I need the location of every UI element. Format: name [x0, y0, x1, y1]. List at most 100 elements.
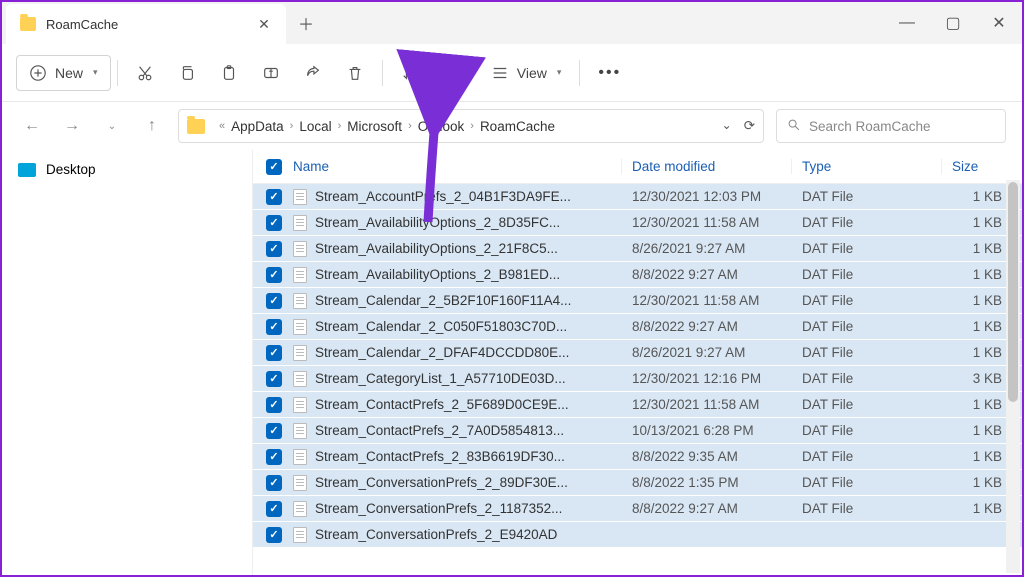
table-row[interactable]: Stream_AvailabilityOptions_2_8D35FC... 1…	[253, 210, 1022, 236]
breadcrumb[interactable]: « AppData › Local › Microsoft › Outlook …	[178, 109, 764, 143]
new-button[interactable]: New ▾	[16, 55, 111, 91]
column-header-type[interactable]: Type	[792, 159, 942, 174]
table-row[interactable]: Stream_AccountPrefs_2_04B1F3DA9FE... 12/…	[253, 184, 1022, 210]
table-row[interactable]: Stream_Calendar_2_C050F51803C70D... 8/8/…	[253, 314, 1022, 340]
file-icon	[293, 475, 307, 491]
column-header-size[interactable]: Size	[942, 159, 1022, 174]
table-row[interactable]: Stream_ContactPrefs_2_83B6619DF30... 8/8…	[253, 444, 1022, 470]
table-row[interactable]: Stream_ContactPrefs_2_7A0D5854813... 10/…	[253, 418, 1022, 444]
breadcrumb-item[interactable]: Outlook	[418, 119, 465, 134]
file-date: 12/30/2021 12:03 PM	[622, 189, 792, 204]
file-name: Stream_ConversationPrefs_2_E9420AD	[315, 527, 557, 542]
view-button[interactable]: View ▾	[479, 55, 574, 91]
row-checkbox[interactable]	[266, 397, 282, 413]
file-name: Stream_AvailabilityOptions_2_8D35FC...	[315, 215, 560, 230]
table-row[interactable]: Stream_AvailabilityOptions_2_21F8C5... 8…	[253, 236, 1022, 262]
view-label: View	[517, 65, 547, 81]
copy-button[interactable]	[166, 55, 208, 91]
file-name: Stream_AvailabilityOptions_2_B981ED...	[315, 267, 560, 282]
paste-icon	[220, 64, 238, 82]
file-icon	[293, 189, 307, 205]
file-name: Stream_Calendar_2_5B2F10F160F11A4...	[315, 293, 571, 308]
table-row[interactable]: Stream_ContactPrefs_2_5F689D0CE9E... 12/…	[253, 392, 1022, 418]
sort-button[interactable]: Sort ▾	[389, 55, 479, 91]
up-button[interactable]: ↑	[138, 112, 166, 140]
minimize-button[interactable]: —	[884, 2, 930, 44]
rename-button[interactable]	[250, 55, 292, 91]
row-checkbox[interactable]	[266, 293, 282, 309]
file-type: DAT File	[792, 475, 942, 490]
close-tab-button[interactable]: ✕	[252, 12, 276, 36]
cut-button[interactable]	[124, 55, 166, 91]
table-row[interactable]: Stream_AvailabilityOptions_2_B981ED... 8…	[253, 262, 1022, 288]
breadcrumb-item[interactable]: Microsoft	[347, 119, 402, 134]
table-row[interactable]: Stream_Calendar_2_DFAF4DCCDD80E... 8/26/…	[253, 340, 1022, 366]
table-row[interactable]: Stream_Calendar_2_5B2F10F160F11A4... 12/…	[253, 288, 1022, 314]
file-date: 12/30/2021 12:16 PM	[622, 371, 792, 386]
file-icon	[293, 215, 307, 231]
table-row[interactable]: Stream_CategoryList_1_A57710DE03D... 12/…	[253, 366, 1022, 392]
breadcrumb-item[interactable]: RoamCache	[480, 119, 555, 134]
file-date: 8/8/2022 1:35 PM	[622, 475, 792, 490]
chevron-down-icon: ▾	[462, 67, 467, 78]
row-checkbox[interactable]	[266, 449, 282, 465]
file-type: DAT File	[792, 215, 942, 230]
search-icon	[787, 118, 801, 135]
file-name: Stream_AvailabilityOptions_2_21F8C5...	[315, 241, 558, 256]
column-header-date[interactable]: Date modified	[622, 159, 792, 174]
row-checkbox[interactable]	[266, 371, 282, 387]
back-button[interactable]: ←	[18, 112, 46, 140]
row-checkbox[interactable]	[266, 215, 282, 231]
forward-button[interactable]: →	[58, 112, 86, 140]
window-tab[interactable]: RoamCache ✕	[6, 4, 286, 44]
row-checkbox[interactable]	[266, 423, 282, 439]
delete-button[interactable]	[334, 55, 376, 91]
row-checkbox[interactable]	[266, 527, 282, 543]
new-button-label: New	[55, 65, 83, 81]
new-tab-button[interactable]: ＋	[286, 2, 326, 44]
row-checkbox[interactable]	[266, 475, 282, 491]
row-checkbox[interactable]	[266, 501, 282, 517]
column-header-name[interactable]: Name	[289, 159, 622, 174]
file-icon	[293, 371, 307, 387]
table-row[interactable]: Stream_ConversationPrefs_2_E9420AD	[253, 522, 1022, 548]
nav-bar: ← → ⌄ ↑ « AppData › Local › Microsoft › …	[2, 102, 1022, 150]
maximize-button[interactable]: ▢	[930, 2, 976, 44]
sidebar-item-desktop[interactable]: Desktop	[2, 156, 252, 183]
plus-circle-icon	[29, 64, 47, 82]
row-checkbox[interactable]	[266, 241, 282, 257]
file-date: 8/8/2022 9:27 AM	[622, 501, 792, 516]
file-type: DAT File	[792, 501, 942, 516]
file-date: 8/8/2022 9:27 AM	[622, 319, 792, 334]
breadcrumb-item[interactable]: AppData	[231, 119, 284, 134]
file-date: 10/13/2021 6:28 PM	[622, 423, 792, 438]
sort-icon	[401, 64, 419, 82]
close-window-button[interactable]: ✕	[976, 2, 1022, 44]
file-icon	[293, 423, 307, 439]
share-button[interactable]	[292, 55, 334, 91]
recent-menu-button[interactable]: ⌄	[98, 112, 126, 140]
paste-button[interactable]	[208, 55, 250, 91]
breadcrumb-item[interactable]: Local	[299, 119, 331, 134]
file-date: 12/30/2021 11:58 AM	[622, 397, 792, 412]
row-checkbox[interactable]	[266, 319, 282, 335]
row-checkbox[interactable]	[266, 267, 282, 283]
table-row[interactable]: Stream_ConversationPrefs_2_89DF30E... 8/…	[253, 470, 1022, 496]
row-checkbox[interactable]	[266, 345, 282, 361]
search-input[interactable]: Search RoamCache	[776, 109, 1006, 143]
select-all-checkbox[interactable]	[266, 159, 282, 175]
toolbar: New ▾ Sort ▾ View ▾ •••	[2, 44, 1022, 102]
refresh-button[interactable]: ⟳	[744, 118, 755, 134]
row-checkbox[interactable]	[266, 189, 282, 205]
table-row[interactable]: Stream_ConversationPrefs_2_1187352... 8/…	[253, 496, 1022, 522]
breadcrumb-overflow[interactable]: «	[219, 120, 225, 132]
chevron-right-icon: ›	[408, 120, 412, 132]
file-type: DAT File	[792, 423, 942, 438]
file-date: 8/26/2021 9:27 AM	[622, 241, 792, 256]
file-type: DAT File	[792, 267, 942, 282]
chevron-down-icon[interactable]: ⌄	[722, 118, 732, 134]
chevron-down-icon: ▾	[93, 67, 98, 78]
scrollbar[interactable]	[1006, 180, 1020, 573]
file-date: 12/30/2021 11:58 AM	[622, 215, 792, 230]
more-button[interactable]: •••	[586, 55, 633, 91]
